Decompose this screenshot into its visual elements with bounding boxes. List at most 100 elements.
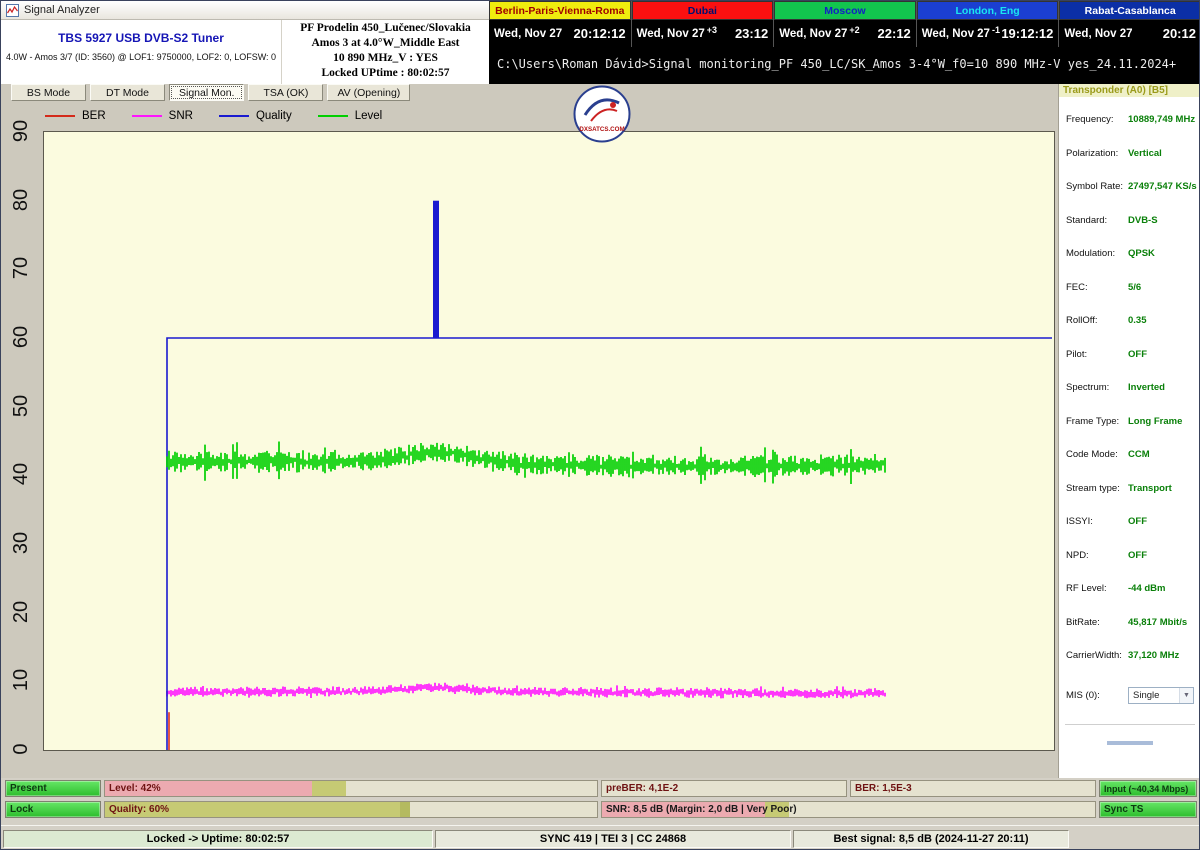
y-axis-tick-0: 0 xyxy=(10,729,32,769)
chevron-down-icon: ▼ xyxy=(1179,688,1193,703)
tp-label: Code Mode: xyxy=(1066,449,1128,460)
clock-moscow: MoscowWed, Nov 27+222:12 xyxy=(774,1,917,47)
clock-date: Wed, Nov 27 xyxy=(494,28,562,40)
logo-text: DXSATCS.COM xyxy=(579,126,624,133)
tab-bs-mode[interactable]: BS Mode xyxy=(11,84,86,101)
tab-signal-mon[interactable]: Signal Mon. xyxy=(169,84,244,101)
tp-row-code-mode: Code Mode:CCM xyxy=(1066,438,1197,472)
clock-utc-offset: -1 xyxy=(992,25,1000,35)
sidebar-divider xyxy=(1065,724,1195,725)
clock-hhmm: 20:12:12 xyxy=(574,26,626,41)
chart-legend: BER SNR Quality Level xyxy=(45,110,382,122)
transponder-rows: Frequency:10889,749 MHzPolarization:Vert… xyxy=(1059,97,1200,673)
preber-bar: preBER: 4,1E-2 xyxy=(601,780,847,797)
legend-item-ber: BER xyxy=(45,110,106,122)
tp-value: CCM xyxy=(1128,449,1150,460)
chart-svg xyxy=(44,132,1054,750)
legend-label: SNR xyxy=(169,110,193,122)
clock-london-eng: London, EngWed, Nov 27-119:12:12 xyxy=(917,1,1060,47)
tp-value: DVB-S xyxy=(1128,215,1158,226)
tp-value: 45,817 Mbit/s xyxy=(1128,617,1187,628)
tp-value: Inverted xyxy=(1128,382,1165,393)
tp-value: Vertical xyxy=(1128,148,1162,159)
transponder-panel: Transponder (A0) [B5] Frequency:10889,74… xyxy=(1058,84,1200,778)
plot-area xyxy=(43,131,1055,751)
tp-label: Frequency: xyxy=(1066,114,1128,125)
tp-label: NPD: xyxy=(1066,550,1128,561)
tp-row-standard: Standard:DVB-S xyxy=(1066,204,1197,238)
clock-utc-offset: +3 xyxy=(707,25,717,35)
preber-label: preBER: 4,1E-2 xyxy=(606,783,678,794)
tuner-name: TBS 5927 USB DVB-S2 Tuner xyxy=(1,31,281,45)
tp-row-polarization: Polarization:Vertical xyxy=(1066,137,1197,171)
clock-city: Dubai xyxy=(632,1,774,20)
lock-indicator: Lock xyxy=(5,801,101,818)
level-peak xyxy=(312,781,346,796)
tab-bar: BS ModeDT ModeSignal Mon.TSA (OK)AV (Ope… xyxy=(1,84,1058,101)
snr-bar: SNR: 8,5 dB (Margin: 2,0 dB | Very Poor) xyxy=(601,801,1096,818)
tp-row-rolloff: RollOff:0.35 xyxy=(1066,304,1197,338)
clock-dubai: Dubai Wed, Nov 27+3 23:12 xyxy=(632,1,775,47)
dxsatcs-logo: DXSATCS.COM xyxy=(573,85,631,143)
terminal-line: C:\Users\Roman Dávid>Signal monitoring_P… xyxy=(489,47,1200,84)
tab-dt-mode[interactable]: DT Mode xyxy=(90,84,165,101)
quality-bar: Quality: 60% xyxy=(104,801,598,818)
y-axis-tick-30: 30 xyxy=(10,523,32,563)
tp-value: 37,120 MHz xyxy=(1128,650,1179,661)
tp-row-carrierwidth: CarrierWidth:37,120 MHz xyxy=(1066,639,1197,673)
tp-label: Standard: xyxy=(1066,215,1128,226)
transponder-header: Transponder (A0) [B5] xyxy=(1059,84,1200,97)
clock-city: London, Eng xyxy=(917,1,1059,20)
clock-date: Wed, Nov 27 xyxy=(637,28,705,40)
syncts-indicator: Sync TS xyxy=(1099,801,1197,818)
legend-label: Quality xyxy=(256,110,292,122)
clock-city: Rabat-Casablanca xyxy=(1059,1,1200,20)
tab-tsa-ok[interactable]: TSA (OK) xyxy=(248,84,323,101)
y-axis-tick-50: 50 xyxy=(10,386,32,426)
tp-row-modulation: Modulation:QPSK xyxy=(1066,237,1197,271)
chart-panel: BERSNRQualityLevel 9080706050403020100 xyxy=(1,101,1058,778)
clock-time: Wed, Nov 27-119:12:12 xyxy=(917,20,1059,47)
site-info-panel: PF Prodelin 450_Lučenec/Slovakia Amos 3 … xyxy=(282,20,489,84)
tab-av-opening[interactable]: AV (Opening) xyxy=(327,84,410,101)
y-axis-tick-40: 40 xyxy=(10,454,32,494)
tp-row-symbol-rate: Symbol Rate:27497,547 KS/s xyxy=(1066,170,1197,204)
tp-label: Stream type: xyxy=(1066,483,1128,494)
site-line-frequency: 10 890 MHz_V : YES xyxy=(282,51,489,66)
tp-value: 27497,547 KS/s xyxy=(1128,181,1197,192)
legend-item-level: Level xyxy=(318,110,383,122)
tp-row-issyi: ISSYI:OFF xyxy=(1066,505,1197,539)
status-bar: Locked -> Uptime: 80:02:57 SYNC 419 | TE… xyxy=(1,825,1199,850)
signal-analyzer-window: Signal Analyzer TBS 5927 USB DVB-S2 Tune… xyxy=(0,0,1200,850)
legend-item-quality: Quality xyxy=(219,110,292,122)
tp-row-npd: NPD:OFF xyxy=(1066,539,1197,573)
level-bar: Level: 42% xyxy=(104,780,598,797)
tp-value: OFF xyxy=(1128,516,1147,527)
clock-berlin-paris-vienna-roma: Berlin-Paris-Vienna-RomaWed, Nov 2720:12… xyxy=(489,1,632,47)
legend-label: BER xyxy=(82,110,106,122)
tp-label: FEC: xyxy=(1066,282,1128,293)
sidebar-mini-bar xyxy=(1107,741,1153,745)
clock-hhmm: 23:12 xyxy=(735,26,768,41)
tp-value: OFF xyxy=(1128,550,1147,561)
clock-rabat-casablanca: Rabat-CasablancaWed, Nov 2720:12 xyxy=(1059,1,1200,47)
tp-label: Modulation: xyxy=(1066,248,1128,259)
mis-row: MIS (0): Single ▼ xyxy=(1059,687,1200,704)
tp-row-fec: FEC:5/6 xyxy=(1066,271,1197,305)
tp-row-bitrate: BitRate:45,817 Mbit/s xyxy=(1066,606,1197,640)
clock-city: Moscow xyxy=(774,1,916,20)
legend-swatch-quality xyxy=(219,115,249,117)
console-block: Berlin-Paris-Vienna-RomaWed, Nov 2720:12… xyxy=(489,1,1200,84)
clock-date: Wed, Nov 27 xyxy=(922,28,990,40)
app-icon xyxy=(6,4,19,17)
tp-row-pilot: Pilot:OFF xyxy=(1066,338,1197,372)
clock-time: Wed, Nov 27+222:12 xyxy=(774,20,916,47)
site-line-satellite: Amos 3 at 4.0°W_Middle East xyxy=(282,36,489,51)
site-line-uptime: Locked UPtime : 80:02:57 xyxy=(282,66,489,81)
mis-select[interactable]: Single ▼ xyxy=(1128,687,1194,704)
clock-time: Wed, Nov 27 20:12:12 xyxy=(489,20,631,47)
input-indicator: Input (~40,34 Mbps) xyxy=(1099,780,1197,797)
mis-value: Single xyxy=(1133,690,1159,701)
legend-label: Level xyxy=(355,110,383,122)
tuner-config: 4.0W - Amos 3/7 (ID: 3560) @ LOF1: 97500… xyxy=(1,52,281,62)
